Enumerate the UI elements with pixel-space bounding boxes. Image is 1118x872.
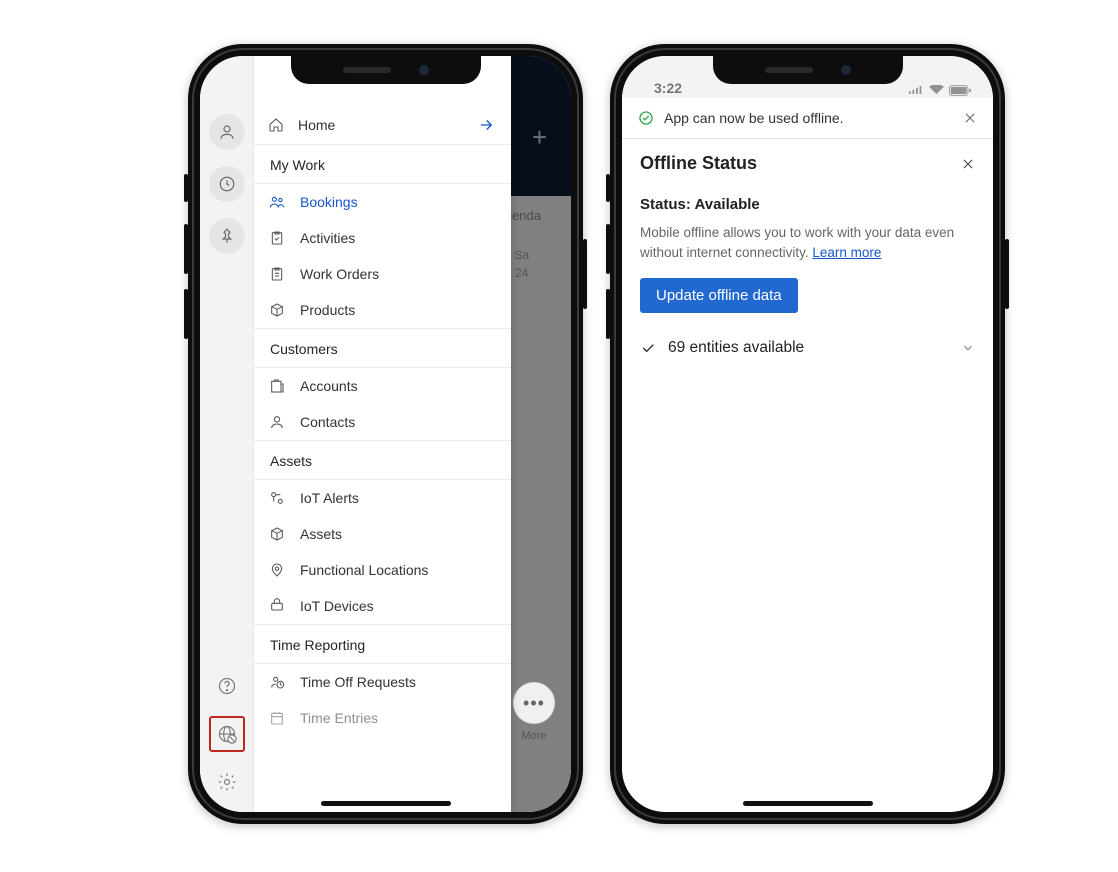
panel-body: Status: Available Mobile offline allows … <box>622 186 993 369</box>
status-indicators <box>908 85 971 96</box>
settings-icon[interactable] <box>209 764 245 800</box>
pin-icon[interactable] <box>209 218 245 254</box>
nav-item-activities[interactable]: Activities <box>254 220 511 256</box>
checkmark-circle-icon <box>638 110 654 126</box>
nav-item-products[interactable]: Products <box>254 292 511 329</box>
panel-title: Offline Status <box>640 153 757 174</box>
nav-item-contacts[interactable]: Contacts <box>254 404 511 441</box>
panel-close-icon[interactable] <box>961 157 975 171</box>
phone-frame-right: 3:22 App can now be used offline. Offlin… <box>610 44 1005 824</box>
nav-home-label: Home <box>298 117 335 133</box>
nav-item-accounts[interactable]: Accounts <box>254 368 511 404</box>
update-offline-data-button[interactable]: Update offline data <box>640 278 798 313</box>
nav-item-time-off-requests[interactable]: Time Off Requests <box>254 664 511 700</box>
nav-item-assets[interactable]: Assets <box>254 516 511 552</box>
background-day: Sa 24 <box>514 246 529 282</box>
toast-text: App can now be used offline. <box>664 110 844 126</box>
background-more-button: ••• More <box>513 682 555 742</box>
person-icon <box>268 414 286 430</box>
offline-globe-icon[interactable] <box>209 716 245 752</box>
recent-icon[interactable] <box>209 166 245 202</box>
status-time: 3:22 <box>644 80 682 96</box>
clipboard-check-icon <box>268 230 286 246</box>
nav-group-my-work: My Work <box>254 145 511 184</box>
help-icon[interactable] <box>209 668 245 704</box>
nav-item-work-orders[interactable]: Work Orders <box>254 256 511 292</box>
nav-item-iot-devices[interactable]: IoT Devices <box>254 588 511 625</box>
box-icon <box>268 526 286 542</box>
nav-group-customers: Customers <box>254 329 511 368</box>
people-icon <box>268 194 286 210</box>
nav-item-time-entries[interactable]: Time Entries <box>254 700 511 736</box>
check-icon <box>640 340 656 356</box>
offline-toast: App can now be used offline. <box>622 98 993 139</box>
arrow-right-icon <box>477 116 495 134</box>
nav-group-time-reporting: Time Reporting <box>254 625 511 664</box>
chevron-down-icon <box>961 341 975 355</box>
profile-icon[interactable] <box>209 114 245 150</box>
location-icon <box>268 562 286 578</box>
description-text: Mobile offline allows you to work with y… <box>640 223 975 264</box>
home-icon <box>268 117 284 133</box>
box-icon <box>268 302 286 318</box>
nav-item-bookings[interactable]: Bookings <box>254 184 511 220</box>
clipboard-icon <box>268 266 286 282</box>
status-line: Status: Available <box>640 196 975 213</box>
learn-more-link[interactable]: Learn more <box>812 245 881 260</box>
nav-item-iot-alerts[interactable]: IoT Alerts <box>254 480 511 516</box>
drawer-list: Home My Work Bookings Activities <box>254 56 511 812</box>
nav-item-functional-locations[interactable]: Functional Locations <box>254 552 511 588</box>
panel-header: Offline Status <box>622 139 993 186</box>
navigation-drawer: Home My Work Bookings Activities <box>200 56 511 812</box>
account-icon <box>268 378 286 394</box>
iot-device-icon <box>268 598 286 614</box>
timeoff-icon <box>268 674 286 690</box>
entities-row[interactable]: 69 entities available <box>640 331 975 365</box>
toast-close-icon[interactable] <box>963 111 977 125</box>
calendar-icon <box>268 710 286 726</box>
entities-text: 69 entities available <box>668 339 804 357</box>
drawer-rail <box>200 56 254 812</box>
nav-home[interactable]: Home <box>254 106 511 145</box>
iot-alert-icon <box>268 490 286 506</box>
phone-frame-left: + genda Sa 24 ••• More <box>188 44 583 824</box>
nav-group-assets: Assets <box>254 441 511 480</box>
